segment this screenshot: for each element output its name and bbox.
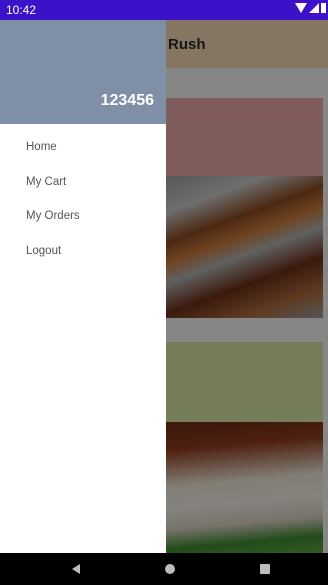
status-bar: 10:42 [0,0,328,20]
home-icon [165,564,175,574]
recents-button[interactable] [245,553,285,585]
system-nav-bar [0,553,328,585]
menu-item-logout[interactable]: Logout [26,245,61,257]
status-icons [295,3,326,13]
menu-item-my-orders[interactable]: My Orders [26,210,80,222]
back-button[interactable] [56,553,96,585]
menu-item-my-cart[interactable]: My Cart [26,176,66,188]
back-icon [72,564,80,574]
navigation-drawer: 123456 Home My Cart My Orders Logout [0,20,166,553]
wifi-icon [295,3,307,13]
signal-icon [309,3,319,13]
home-button[interactable] [150,553,190,585]
status-time: 10:42 [6,3,37,17]
drawer-header-text: 123456 [100,92,154,109]
menu-item-home[interactable]: Home [26,141,57,153]
recents-icon [260,564,270,574]
drawer-header: 123456 [0,20,166,124]
battery-icon [321,3,326,13]
